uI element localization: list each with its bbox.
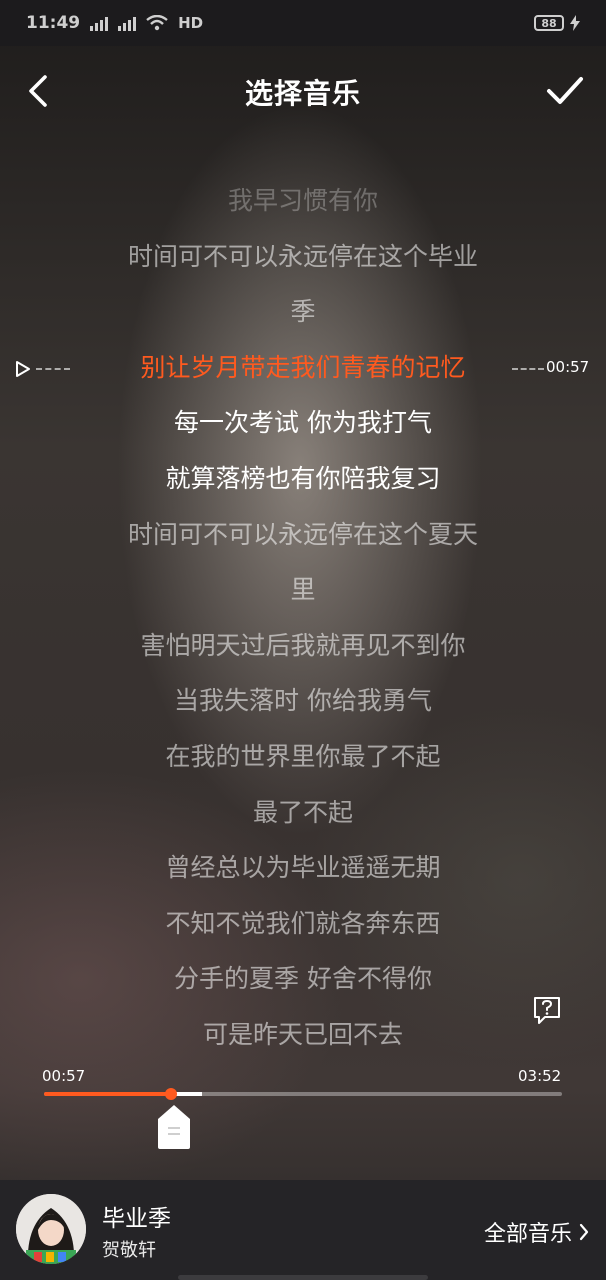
lyric-line[interactable]: 时间可不可以永远停在这个毕业 — [80, 242, 526, 272]
play-triangle-icon[interactable] — [14, 360, 32, 378]
lyric-line[interactable]: 我早习惯有你 — [80, 186, 526, 216]
lyric-line[interactable]: 在我的世界里你最了不起 — [80, 742, 526, 772]
progress-track[interactable] — [44, 1088, 562, 1100]
lyrics-list[interactable]: 我早习惯有你 时间可不可以永远停在这个毕业季别让岁月带走我们青春的记忆 每一次考试 … — [0, 172, 606, 1062]
artist-name: 贺敬轩 — [102, 1240, 156, 1261]
lyric-line[interactable]: 每一次考试 你为我打气 — [80, 408, 526, 438]
status-right: 88 — [534, 15, 580, 31]
lyric-line[interactable]: 时间可不可以永远停在这个夏天 — [80, 520, 526, 550]
battery-level: 88 — [541, 16, 557, 30]
lyric-line[interactable]: 季 — [80, 297, 526, 327]
status-bar: 11:49 HD 88 — [0, 0, 606, 46]
chevron-right-icon — [579, 1223, 589, 1241]
song-title: 毕业季 — [102, 1206, 171, 1232]
hd-label: HD — [178, 14, 204, 32]
artist-photo-icon — [16, 1194, 86, 1264]
lyric-line[interactable]: 分手的夏季 好舍不得你 — [80, 964, 526, 994]
lyric-line[interactable]: 不知不觉我们就各奔东西 — [80, 909, 526, 939]
feedback-question-icon[interactable] — [532, 995, 562, 1025]
progress-played — [44, 1092, 172, 1096]
wifi-icon — [146, 15, 168, 31]
marker-line-right — [512, 368, 544, 370]
home-indicator — [178, 1275, 428, 1280]
lyric-line[interactable]: 就算落榜也有你陪我复习 — [80, 464, 526, 494]
album-avatar[interactable] — [16, 1194, 86, 1264]
now-playing-bar: 毕业季 贺敬轩 全部音乐 — [0, 1180, 606, 1280]
current-time: 00:57 — [42, 1067, 86, 1085]
lyric-line[interactable]: 最了不起 — [80, 798, 526, 828]
lyric-line[interactable]: 害怕明天过后我就再见不到你 — [80, 631, 526, 661]
page-title: 选择音乐 — [244, 77, 361, 110]
check-icon[interactable] — [546, 74, 584, 108]
lyric-line[interactable]: 当我失落时 你给我勇气 — [80, 686, 526, 716]
lyric-line-current[interactable]: 别让岁月带走我们青春的记忆 — [80, 353, 526, 383]
all-music-button[interactable]: 全部音乐 — [484, 1216, 590, 1248]
lyric-line[interactable]: 曾经总以为毕业遥遥无期 — [80, 853, 526, 883]
battery-icon: 88 — [534, 15, 564, 31]
marker-time: 00:57 — [546, 358, 590, 376]
status-time: 11:49 — [26, 13, 81, 33]
header: 选择音乐 — [0, 46, 606, 136]
marker-line-left — [36, 368, 70, 370]
status-left: 11:49 HD — [26, 13, 203, 33]
total-time: 03:52 — [518, 1067, 562, 1085]
lyric-line[interactable]: 里 — [80, 575, 526, 605]
lightning-icon — [570, 15, 580, 31]
lyric-line[interactable]: 可是昨天已回不去 — [80, 1020, 526, 1050]
signal-2-icon — [118, 15, 137, 31]
all-music-label: 全部音乐 — [483, 1222, 572, 1247]
drag-handle[interactable] — [156, 1103, 192, 1150]
signal-1-icon — [90, 15, 109, 31]
